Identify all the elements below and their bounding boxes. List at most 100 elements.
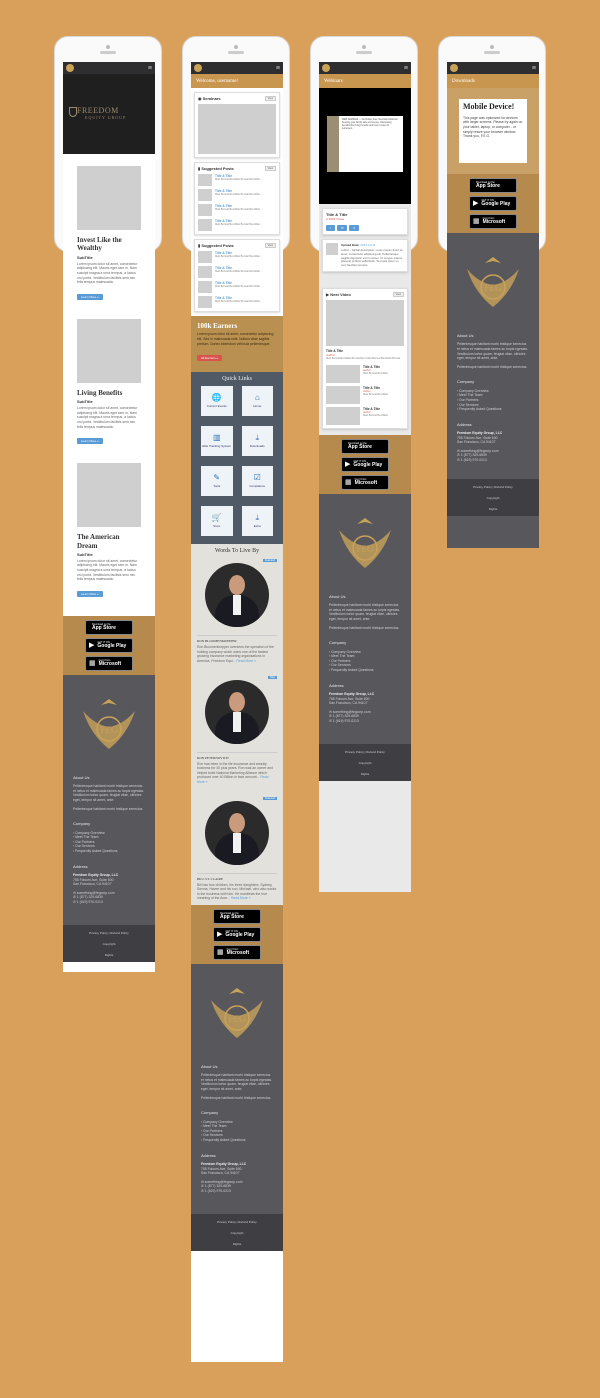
seminars-title: ◉ Seminars xyxy=(198,96,221,101)
avatar xyxy=(205,679,269,744)
status-badge: Featured xyxy=(262,559,277,563)
footer-link[interactable]: Frequently Asked Questions xyxy=(329,668,401,673)
list-item[interactable]: Title & Title Matt Borstal BentMatt Borst… xyxy=(198,174,276,186)
quick-link-downloads[interactable]: ⤓ Downloads xyxy=(241,426,273,457)
app-store-badge[interactable]: Download on the App Store xyxy=(213,908,261,924)
list-item[interactable]: Title & Title Author Matt Borstal BentMatt xyxy=(326,364,404,383)
learn-more-button[interactable]: Learn More » xyxy=(77,590,103,597)
policy-links[interactable]: Privacy Policy | Refund Policy xyxy=(345,750,385,754)
seminars-view-button[interactable]: View xyxy=(264,96,276,101)
list-item[interactable]: Title & Title Matt Borstal BentMatt Borst… xyxy=(198,204,276,216)
list-item[interactable]: Title & Title Matt Borstal BentMatt Borst… xyxy=(198,296,276,308)
person-bio: Bill has four children, his three daught… xyxy=(197,882,277,901)
logo-icon[interactable] xyxy=(194,64,202,72)
quick-link-current-events[interactable]: 🌐 Current Events xyxy=(201,386,233,417)
google-play-badge[interactable]: ▶ GET IT ON Google Play xyxy=(213,926,261,942)
footer-about-text: Pellentesque habitant morbi tristique se… xyxy=(457,364,528,369)
section-image xyxy=(77,318,141,383)
footer-link[interactable]: Frequently Asked Questions xyxy=(457,407,529,412)
home-icon: ⌂ xyxy=(254,393,260,403)
policy-links[interactable]: Privacy Policy | Refund Policy xyxy=(473,485,513,489)
footer-bottom: Privacy Policy | Refund Policy Copyright… xyxy=(319,743,411,781)
policy-links[interactable]: Privacy Policy | Refund Policy xyxy=(217,1220,257,1224)
next-view-button[interactable]: View xyxy=(392,291,404,297)
video-description: Author - Global description. Lorem ipsum… xyxy=(341,248,403,268)
logo-icon[interactable] xyxy=(66,64,74,72)
quick-link-store[interactable]: 🛒 Store xyxy=(201,506,233,537)
site-footer: FEG About Us Pellentesque habitant morbi… xyxy=(319,493,411,744)
footer-about-text: Pellentesque habitant morbi tristique se… xyxy=(329,603,401,621)
quick-links-section: Quick Links 🌐 Current Events ⌂ Home ▥ Elite… xyxy=(191,372,283,545)
microsoft-badge[interactable]: ▦ Get it from Microsoft xyxy=(213,944,261,960)
all-earners-button[interactable]: All Earners » xyxy=(197,355,223,362)
footer-link[interactable]: Frequently Asked Questions xyxy=(73,849,145,854)
list-item[interactable]: Title & Title Author Matt Borstal BentMatt xyxy=(326,385,404,404)
read-more-link[interactable]: Read More » xyxy=(236,659,256,663)
list-item[interactable]: Title & Title Matt Borstal BentMatt Borst… xyxy=(198,281,276,293)
footer-address-title: Address xyxy=(329,682,344,688)
microsoft-badge[interactable]: ▦ Get it from Microsoft xyxy=(85,655,133,671)
svg-text:FEG: FEG xyxy=(228,1014,246,1024)
hamburger-menu-icon[interactable]: ≡ xyxy=(532,65,536,72)
footer-about-title: About Us xyxy=(201,1063,218,1069)
quick-link-extra[interactable]: ⤓ Extra xyxy=(241,506,273,537)
suggested-view-button[interactable]: View xyxy=(264,166,276,171)
quick-link-tools[interactable]: ✎ Tools xyxy=(201,466,233,497)
footer-link[interactable]: Frequently Asked Questions xyxy=(201,1138,273,1143)
hero-banner: FREEDOM EQUITY GROUP xyxy=(63,74,155,154)
screen-webinars: ≡ Webinars WEB SEMINAR — No hidden fees.… xyxy=(319,62,411,892)
suggested-view-button[interactable]: View xyxy=(264,243,276,248)
google-play-badge[interactable]: ▶ GET IT ON Google Play xyxy=(469,196,517,211)
policy-links[interactable]: Privacy Policy | Refund Policy xyxy=(89,931,129,935)
share-button[interactable]: f xyxy=(326,225,335,231)
site-footer: FEG About Us Pellentesque habitant morbi… xyxy=(63,674,155,925)
copyright: Copyright xyxy=(102,941,116,946)
read-more-link[interactable]: Read More » xyxy=(231,896,251,900)
quick-link-compliance[interactable]: ☑ Compliance xyxy=(241,466,273,497)
cart-icon: 🛒 xyxy=(211,513,222,523)
play-icon: ▶ xyxy=(473,200,479,207)
learn-more-button[interactable]: Learn More » xyxy=(77,293,103,300)
app-store-badge[interactable]: Download on the App Store xyxy=(341,438,389,454)
shield-icon xyxy=(69,107,77,117)
list-item[interactable]: Title & Title Matt Borstal BentMatt Borst… xyxy=(198,266,276,278)
notice-heading: Mobile Device! xyxy=(463,102,515,111)
footer-bottom: Privacy Policy | Refund Policy Copyright… xyxy=(191,1213,283,1251)
seminar-image xyxy=(198,104,276,154)
download-icon: ⤓ xyxy=(255,513,260,523)
windows-icon: ▦ xyxy=(89,659,96,667)
section-title: The American Dream xyxy=(77,533,120,550)
learn-more-button[interactable]: Learn More » xyxy=(77,438,103,445)
person-name: BILL ST. CLAIRE xyxy=(197,872,277,881)
play-icon: ▶ xyxy=(89,641,95,649)
quick-link-elite-tracking[interactable]: ▥ Elite Tracking System xyxy=(201,426,233,457)
rights: Rights xyxy=(232,1241,242,1246)
hamburger-menu-icon[interactable]: ≡ xyxy=(148,65,152,72)
mobile-device-notice: Mobile Device! This page was optimized f… xyxy=(459,99,527,163)
list-item[interactable]: Title & Title Matt Borstal BentMatt Borst… xyxy=(198,189,276,201)
logo-icon[interactable] xyxy=(450,64,458,72)
microsoft-badge[interactable]: ▦ Get it from Microsoft xyxy=(341,474,389,490)
play-icon: ▶ xyxy=(345,460,351,468)
list-item[interactable]: Title & Title Author Matt Borstal BentMatt xyxy=(326,406,404,425)
playlist-button[interactable]: ≡ xyxy=(349,225,360,231)
bar-chart-icon: ▥ xyxy=(212,433,221,443)
comment-button[interactable]: ✉ xyxy=(336,225,348,231)
logo-icon[interactable] xyxy=(322,64,330,72)
list-item[interactable]: Title & Title Matt Borstal BentMatt Borst… xyxy=(198,219,276,231)
app-store-badge[interactable]: Download on the App Store xyxy=(85,619,133,635)
hamburger-menu-icon[interactable]: ≡ xyxy=(276,65,280,72)
rights: Rights xyxy=(360,771,370,776)
suggested-posts-card: ▮ Suggested Posts View Title & Title Matt … xyxy=(194,239,280,312)
quick-link-home[interactable]: ⌂ Home xyxy=(241,386,273,417)
top-nav: ≡ xyxy=(191,62,283,74)
video-player[interactable]: WEB SEMINAR — No hidden fees. Recorded W… xyxy=(319,88,411,204)
hamburger-menu-icon[interactable]: ≡ xyxy=(404,65,408,72)
next-video-thumb[interactable] xyxy=(326,299,404,346)
google-play-badge[interactable]: ▶ GET IT ON Google Play xyxy=(85,637,133,653)
person-name: RON BLOOMENKREPPER xyxy=(197,635,277,643)
microsoft-badge[interactable]: ▦ Get it from Microsoft xyxy=(469,214,517,229)
app-store-badge[interactable]: Download on the App Store xyxy=(469,178,517,193)
list-item[interactable]: Title & Title Matt Borstal BentMatt Borst… xyxy=(198,251,276,263)
google-play-badge[interactable]: ▶ GET IT ON Google Play xyxy=(341,456,389,472)
